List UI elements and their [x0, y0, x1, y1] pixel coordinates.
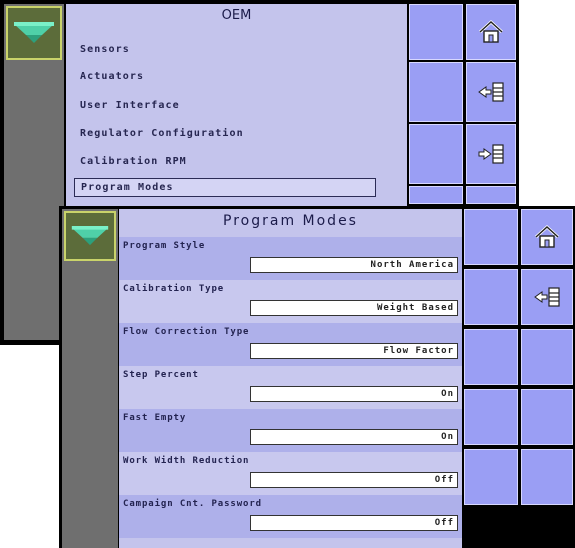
setting-row-program-style[interactable]: Program Style North America — [119, 237, 462, 280]
setting-label: Calibration Type — [123, 284, 225, 294]
setting-label: Fast Empty — [123, 413, 187, 423]
setting-value[interactable]: Off — [250, 472, 458, 488]
program-modes-blank-button-4[interactable] — [464, 389, 518, 445]
oem-blank-button-4[interactable] — [409, 186, 463, 204]
menu-item-regulator-configuration[interactable]: Regulator Configuration — [80, 128, 244, 139]
program-modes-blank-button-2[interactable] — [464, 269, 518, 325]
menu-item-actuators[interactable]: Actuators — [80, 71, 144, 82]
oem-blank-button-3[interactable] — [409, 124, 463, 184]
program-modes-blank-button-7[interactable] — [521, 389, 573, 445]
program-modes-screen: Program Modes Program Style North Americ… — [59, 206, 575, 548]
program-modes-list: Program Modes Program Style North Americ… — [119, 209, 462, 548]
program-modes-blank-button-1[interactable] — [464, 209, 518, 265]
oem-partial-button[interactable] — [466, 186, 516, 204]
menu-item-program-modes[interactable]: Program Modes — [74, 178, 376, 197]
forward-list-icon — [478, 144, 504, 164]
program-modes-back-list-button[interactable] — [521, 269, 573, 325]
spreader-logo-icon — [14, 22, 54, 43]
setting-label: Campaign Cnt. Password — [123, 499, 263, 509]
oem-forward-list-button[interactable] — [466, 124, 516, 184]
program-modes-home-button[interactable] — [521, 209, 573, 265]
setting-label: Program Style — [123, 241, 206, 251]
setting-value[interactable]: On — [250, 386, 458, 402]
setting-value[interactable]: On — [250, 429, 458, 445]
home-icon — [478, 19, 504, 43]
menu-item-calibration-rpm[interactable]: Calibration RPM — [80, 156, 187, 167]
oem-back-list-button[interactable] — [466, 62, 516, 122]
setting-label: Work Width Reduction — [123, 456, 250, 466]
program-modes-blank-button-8[interactable] — [521, 449, 573, 505]
program-modes-blank-button-3[interactable] — [464, 329, 518, 385]
setting-row-fast-empty[interactable]: Fast Empty On — [119, 409, 462, 452]
spreader-logo-icon — [71, 226, 109, 246]
home-icon — [534, 224, 560, 248]
setting-value[interactable]: Flow Factor — [250, 343, 458, 359]
setting-value[interactable]: North America — [250, 257, 458, 273]
setting-value[interactable]: Off — [250, 515, 458, 531]
program-modes-blank-button-6[interactable] — [521, 329, 573, 385]
oem-blank-button-1[interactable] — [409, 4, 463, 60]
setting-value[interactable]: Weight Based — [250, 300, 458, 316]
oem-blank-button-2[interactable] — [409, 62, 463, 122]
setting-label: Flow Correction Type — [123, 327, 250, 337]
menu-item-user-interface[interactable]: User Interface — [80, 100, 180, 111]
program-modes-blank-button-5[interactable] — [464, 449, 518, 505]
menu-item-sensors[interactable]: Sensors — [80, 44, 130, 55]
back-list-icon — [534, 287, 560, 307]
program-modes-title: Program Modes — [223, 213, 358, 229]
oem-logo-tile[interactable] — [6, 6, 62, 60]
program-modes-logo-tile[interactable] — [64, 211, 116, 261]
setting-row-flow-correction-type[interactable]: Flow Correction Type Flow Factor — [119, 323, 462, 366]
oem-title: OEM — [221, 8, 252, 23]
setting-label: Step Percent — [123, 370, 199, 380]
setting-row-calibration-type[interactable]: Calibration Type Weight Based — [119, 280, 462, 323]
setting-row-step-percent[interactable]: Step Percent On — [119, 366, 462, 409]
back-list-icon — [478, 82, 504, 102]
setting-row-work-width-reduction[interactable]: Work Width Reduction Off — [119, 452, 462, 495]
setting-row-campaign-cnt-password[interactable]: Campaign Cnt. Password Off — [119, 495, 462, 538]
oem-home-button[interactable] — [466, 4, 516, 60]
